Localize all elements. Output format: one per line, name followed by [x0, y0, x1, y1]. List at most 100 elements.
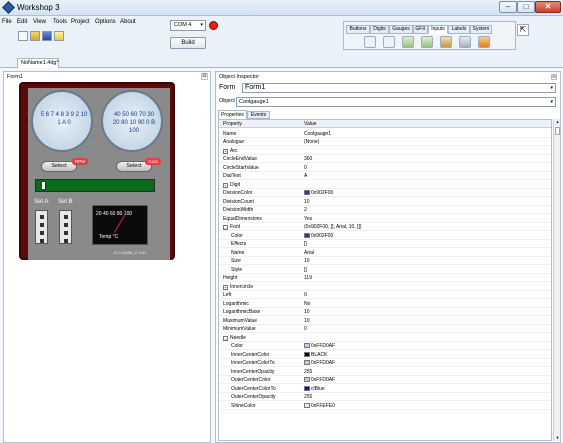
- property-row[interactable]: LogarithmicBase 10: [219, 308, 551, 316]
- close-button[interactable]: ✕: [535, 1, 561, 13]
- property-value[interactable]: []: [304, 267, 307, 273]
- property-row[interactable]: CircleEndValue 360: [219, 155, 551, 163]
- property-row[interactable]: Left 0: [219, 291, 551, 299]
- property-value[interactable]: 0xFFD0AF: [304, 377, 335, 383]
- tab-digits[interactable]: Digits: [370, 25, 389, 34]
- coolgauge-b[interactable]: 40 50 60 70 30 20 80 10 90 0 B 100: [101, 90, 163, 152]
- property-value[interactable]: 10: [304, 309, 310, 315]
- property-value[interactable]: Coolgauge1: [304, 131, 331, 137]
- property-value[interactable]: 360: [304, 156, 312, 162]
- property-row[interactable]: CircleStartValue 0: [219, 163, 551, 172]
- slider-icon[interactable]: [402, 36, 414, 48]
- property-row[interactable]: OuterCenterColorTo clBlue: [219, 384, 551, 393]
- knob-icon[interactable]: [364, 36, 376, 48]
- property-row[interactable]: InnerCenterColor BLACK: [219, 350, 551, 359]
- property-value[interactable]: 10: [304, 318, 310, 324]
- property-value[interactable]: 0xFFEFE0: [304, 402, 335, 409]
- minimize-button[interactable]: –: [499, 1, 517, 13]
- property-row[interactable]: Color 0xFFD0AF: [219, 342, 551, 350]
- property-value[interactable]: A: [304, 173, 307, 179]
- property-row[interactable]: – Needle: [219, 333, 551, 342]
- tab-properties[interactable]: Properties: [218, 110, 247, 119]
- menu-project[interactable]: Project: [71, 19, 90, 25]
- property-value[interactable]: 10: [304, 258, 310, 264]
- property-value[interactable]: Arial: [304, 250, 314, 256]
- tab-inputs[interactable]: Inputs: [428, 25, 448, 34]
- property-row[interactable]: + Innercircle: [219, 282, 551, 291]
- collapse-icon[interactable]: –: [223, 335, 228, 341]
- property-row[interactable]: DialText A: [219, 172, 551, 180]
- com-port-select[interactable]: COM 4 ▾: [170, 20, 206, 31]
- project-icon[interactable]: [54, 31, 64, 41]
- menu-tools[interactable]: Tools: [53, 19, 67, 25]
- tab-labels[interactable]: Labels: [448, 25, 470, 34]
- property-value[interactable]: 10: [304, 199, 310, 205]
- property-value[interactable]: 255: [304, 369, 312, 375]
- property-row[interactable]: ShineColor 0xFFEFE0: [219, 401, 551, 410]
- trackbar-icon[interactable]: [421, 36, 433, 48]
- keyboard-icon[interactable]: [478, 36, 490, 48]
- property-row[interactable]: Logarithmic No: [219, 299, 551, 308]
- tab-events[interactable]: Events: [247, 111, 270, 119]
- slider-a[interactable]: [35, 210, 48, 244]
- property-row[interactable]: OuterCenterOpacity 255: [219, 393, 551, 401]
- menu-edit[interactable]: Edit: [17, 19, 27, 25]
- expand-icon[interactable]: +: [223, 148, 228, 154]
- level-bar-knob[interactable]: [41, 181, 46, 190]
- menu-about[interactable]: About: [120, 19, 136, 25]
- form-select[interactable]: Form1 ▾: [242, 83, 556, 93]
- property-row[interactable]: Style []: [219, 265, 551, 274]
- property-row[interactable]: + Arc: [219, 146, 551, 155]
- tab-system[interactable]: System: [470, 25, 492, 34]
- property-value[interactable]: clBlue: [304, 385, 325, 392]
- property-row[interactable]: EqualDimensions Yes: [219, 214, 551, 223]
- property-row[interactable]: Name Arial: [219, 248, 551, 257]
- property-row[interactable]: MinimumValue 0: [219, 325, 551, 333]
- property-row[interactable]: + Digit: [219, 180, 551, 189]
- property-row[interactable]: Analogue (None): [219, 138, 551, 146]
- close-icon[interactable]: ⊟: [551, 74, 557, 80]
- expand-icon[interactable]: +: [223, 182, 228, 188]
- save-icon[interactable]: [42, 31, 52, 41]
- level-bar[interactable]: [35, 179, 155, 192]
- expand-icon[interactable]: +: [223, 284, 228, 290]
- property-row[interactable]: Name Coolgauge1: [219, 129, 551, 138]
- property-row[interactable]: DivisionColor 0x902F00: [219, 189, 551, 197]
- property-row[interactable]: OuterCenterColor 0xFFD0AF: [219, 376, 551, 384]
- property-value[interactable]: Yes: [304, 216, 312, 222]
- scroll-up-icon[interactable]: ▴: [554, 119, 561, 125]
- menu-options[interactable]: Options: [95, 19, 116, 25]
- build-button[interactable]: Build: [170, 37, 206, 49]
- property-value[interactable]: 0xFFD0AF: [304, 343, 335, 349]
- pointer-cursor-icon[interactable]: ⇱: [517, 24, 529, 36]
- dial-icon[interactable]: [383, 36, 395, 48]
- vertical-scrollbar[interactable]: ▴ ▾: [553, 119, 560, 441]
- switch-icon[interactable]: [440, 36, 452, 48]
- property-value[interactable]: (None): [304, 139, 319, 145]
- menu-file[interactable]: File: [2, 19, 12, 25]
- property-row[interactable]: Height 119: [219, 274, 551, 282]
- property-value[interactable]: 0xFFD0AF: [304, 360, 335, 366]
- property-row[interactable]: Color 0x902F00: [219, 231, 551, 240]
- open-folder-icon[interactable]: [30, 31, 40, 41]
- property-value[interactable]: BLACK: [304, 351, 327, 358]
- scroll-down-icon[interactable]: ▾: [554, 435, 561, 441]
- property-value[interactable]: 0x902F00: [304, 232, 333, 239]
- rocker-icon[interactable]: [459, 36, 471, 48]
- property-row[interactable]: – Font (0x902F00, [], Arial, 10, []): [219, 223, 551, 231]
- property-row[interactable]: Effects []: [219, 240, 551, 248]
- close-icon[interactable]: ⊟: [201, 73, 208, 80]
- property-row[interactable]: Size 10: [219, 257, 551, 265]
- object-select[interactable]: Coolgauge1 ▾: [236, 97, 556, 107]
- coolgauge-a[interactable]: 5 6 7 4 8 3 9 2 10 1 A 0: [31, 90, 93, 152]
- property-row[interactable]: DivisionWidth 2: [219, 206, 551, 214]
- property-value[interactable]: (0x902F00, [], Arial, 10, []): [304, 224, 362, 230]
- property-value[interactable]: 119: [304, 275, 312, 281]
- slider-b[interactable]: [59, 210, 72, 244]
- menu-view[interactable]: View: [33, 19, 46, 25]
- new-file-icon[interactable]: [18, 31, 28, 41]
- temperature-meter[interactable]: 20 40 60 80 100 Temp °C: [92, 205, 148, 245]
- document-tab[interactable]: NoName1.4dg*: [17, 58, 59, 68]
- property-value[interactable]: No: [304, 301, 310, 307]
- property-row[interactable]: InnerCenterColorTo 0xFFD0AF: [219, 359, 551, 367]
